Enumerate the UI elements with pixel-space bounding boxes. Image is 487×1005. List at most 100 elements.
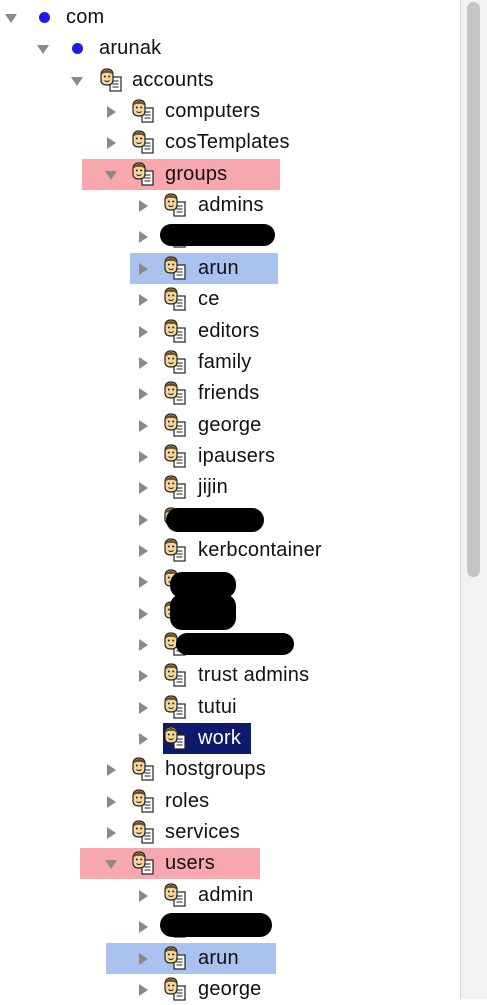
tree-node-com[interactable]: com (0, 2, 460, 33)
ldap-entry-face-icon (164, 412, 186, 437)
tree-node-label: george (198, 413, 262, 436)
collapsed-triangle-icon[interactable] (136, 450, 150, 464)
tree-node-arun[interactable]: arun (0, 942, 460, 974)
tree-node-work[interactable]: work (0, 723, 460, 755)
tree-node-ipausers[interactable]: ipausers (0, 441, 460, 472)
tree-node-george[interactable]: george (0, 410, 460, 441)
directory-tree: com arunak accounts computers cosTemplates gr… (0, 0, 460, 1001)
tree-node-label: jijin (198, 476, 228, 499)
collapsed-triangle-icon[interactable] (136, 262, 150, 276)
tree-node-label: arun (198, 256, 239, 279)
ldap-entry-face-icon (164, 350, 186, 374)
redaction-mark (176, 633, 294, 655)
scrollbar-thumb[interactable] (467, 2, 480, 577)
ldap-entry-face-icon (164, 475, 186, 499)
ldap-entry-face-icon (164, 726, 186, 750)
collapsed-triangle-icon[interactable] (104, 136, 118, 150)
collapsed-triangle-icon[interactable] (136, 544, 150, 558)
vertical-scrollbar[interactable] (460, 0, 487, 999)
collapsed-triangle-icon[interactable] (136, 607, 150, 621)
expanded-triangle-icon[interactable] (104, 168, 118, 182)
tree-node-services[interactable]: services (0, 817, 460, 848)
tree-node-label: trust admins (198, 664, 310, 687)
collapsed-triangle-icon[interactable] (136, 952, 150, 966)
redaction-mark (166, 507, 264, 532)
ldap-entry-face-icon (164, 883, 186, 907)
collapsed-triangle-icon[interactable] (136, 701, 150, 715)
domain-dot-icon (72, 43, 83, 55)
expanded-triangle-icon[interactable] (70, 74, 84, 88)
collapsed-triangle-icon[interactable] (104, 105, 118, 119)
tree-node-label: roles (165, 789, 210, 812)
collapsed-triangle-icon[interactable] (104, 826, 118, 840)
tree-node-jijin[interactable]: jijin (0, 472, 460, 503)
tree-node-kerbcontainer[interactable]: kerbcontainer (0, 535, 460, 566)
collapsed-triangle-icon[interactable] (136, 199, 150, 213)
ldap-entry-face-icon (164, 695, 186, 719)
collapsed-triangle-icon[interactable] (136, 356, 150, 370)
expanded-triangle-icon[interactable] (104, 857, 118, 871)
tree-node-ce[interactable]: ce (0, 284, 460, 315)
collapsed-triangle-icon[interactable] (136, 513, 150, 527)
expanded-triangle-icon[interactable] (36, 42, 50, 56)
tree-node-label: ce (198, 288, 220, 311)
tree-node-users[interactable]: users (0, 848, 460, 880)
collapsed-triangle-icon[interactable] (104, 795, 118, 809)
tree-node-label: com (66, 6, 105, 28)
tree-node-label: family (198, 350, 252, 373)
collapsed-triangle-icon[interactable] (136, 575, 150, 589)
tree-node-arun[interactable]: arun (0, 252, 460, 284)
tree-node-admin[interactable]: admin (0, 880, 460, 911)
tree-node-trust-admins[interactable]: trust admins (0, 660, 460, 691)
tree-node-redacted[interactable] (0, 911, 460, 942)
collapsed-triangle-icon[interactable] (136, 732, 150, 746)
ldap-entry-face-icon (132, 851, 154, 876)
tree-node-george[interactable]: george (0, 974, 460, 1005)
tree-node-hostgroups[interactable]: hostgroups (0, 754, 460, 785)
tree-node-redacted[interactable] (0, 629, 460, 660)
ldap-entry-face-icon (164, 945, 186, 970)
tree-node-cosTemplates[interactable]: cosTemplates (0, 127, 460, 158)
tree-node-roles[interactable]: roles (0, 786, 460, 817)
tree-node-family[interactable]: family (0, 347, 460, 378)
collapsed-triangle-icon[interactable] (136, 920, 150, 934)
collapsed-triangle-icon[interactable] (136, 889, 150, 903)
collapsed-triangle-icon[interactable] (136, 419, 150, 433)
expanded-triangle-icon[interactable] (4, 11, 18, 25)
tree-node-groups[interactable]: groups (0, 158, 460, 190)
tree-node-label: tutui (198, 695, 237, 718)
tree-node-friends[interactable]: friends (0, 378, 460, 409)
collapsed-triangle-icon[interactable] (104, 763, 118, 777)
tree-node-redacted[interactable] (0, 566, 460, 599)
collapsed-triangle-icon[interactable] (136, 983, 150, 997)
tree-node-label: friends (198, 382, 260, 405)
tree-node-tutui[interactable]: tutui (0, 692, 460, 723)
redaction-mark (160, 224, 275, 247)
tree-node-label: cosTemplates (165, 131, 290, 154)
tree-node-label: computers (165, 100, 261, 123)
ldap-entry-face-icon (164, 381, 186, 405)
ldap-entry-face-icon (164, 444, 186, 468)
tree-node-redacted[interactable] (0, 504, 460, 535)
tree-node-accounts[interactable]: accounts (0, 65, 460, 96)
collapsed-triangle-icon[interactable] (136, 481, 150, 495)
tree-node-redacted[interactable] (0, 593, 460, 630)
tree-node-redacted[interactable] (0, 221, 460, 252)
tree-node-arunak[interactable]: arunak (0, 33, 460, 64)
collapsed-triangle-icon[interactable] (136, 325, 150, 339)
tree-node-computers[interactable]: computers (0, 96, 460, 127)
domain-dot-icon (39, 12, 50, 23)
collapsed-triangle-icon[interactable] (136, 230, 150, 244)
tree-node-label: arun (198, 946, 239, 969)
ldap-entry-face-icon (132, 820, 154, 844)
collapsed-triangle-icon[interactable] (136, 293, 150, 307)
collapsed-triangle-icon[interactable] (136, 638, 150, 652)
ldap-entry-face-icon (164, 287, 186, 311)
collapsed-triangle-icon[interactable] (136, 387, 150, 401)
tree-node-label: admins (198, 194, 264, 217)
tree-node-admins[interactable]: admins (0, 190, 460, 221)
redaction-mark (170, 593, 236, 630)
tree-node-label: kerbcontainer (198, 538, 322, 561)
collapsed-triangle-icon[interactable] (136, 669, 150, 683)
tree-node-editors[interactable]: editors (0, 316, 460, 347)
